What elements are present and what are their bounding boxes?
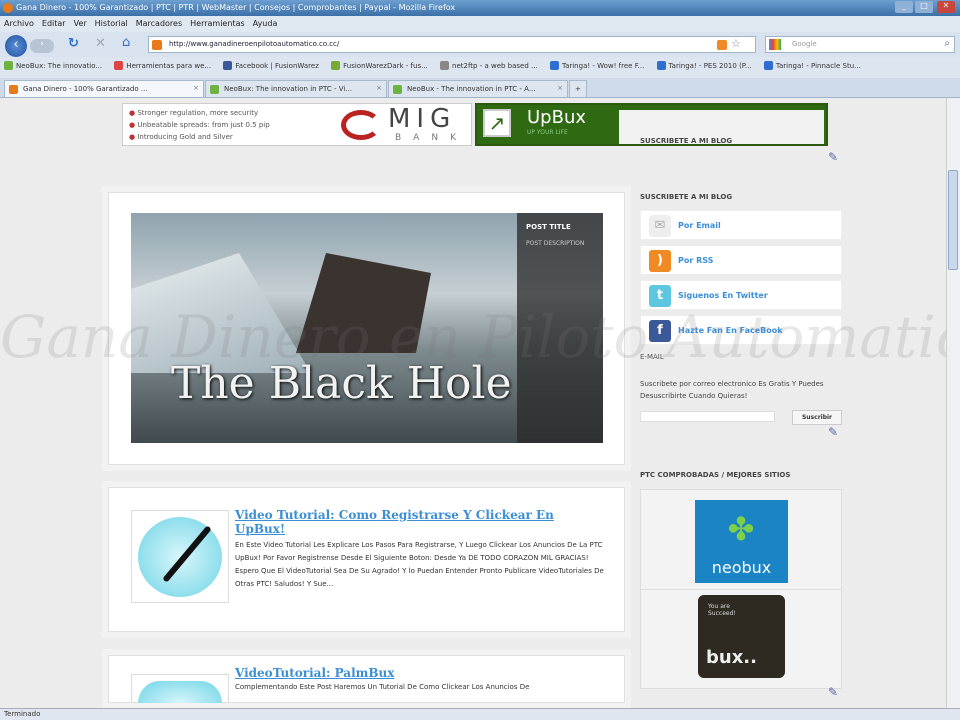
page-content: ● Stronger regulation, more security ● U…: [0, 98, 946, 708]
post-excerpt: En Este Video Tutorial Les Explicare Los…: [235, 541, 604, 588]
post-thumbnail[interactable]: [131, 510, 229, 603]
migbank-ad[interactable]: ● Stronger regulation, more security ● U…: [122, 103, 472, 146]
email-widget-text: Suscribete por correo electronico Es Gra…: [640, 380, 824, 400]
upbux-chart-icon: ↗: [483, 109, 511, 137]
post-caption-title: POST TITLE: [526, 223, 571, 231]
home-icon[interactable]: ⌂: [122, 35, 130, 50]
migbank-logo: MIG: [388, 104, 457, 134]
scrollbar-thumb[interactable]: [948, 170, 958, 270]
bux-banner[interactable]: You are Succeed! bux..: [698, 595, 785, 678]
minimize-button[interactable]: _: [895, 1, 913, 13]
post-card: VideoTutorial: PalmBux Complementando Es…: [108, 655, 625, 703]
post-caption-panel: POST TITLE POST DESCRIPTION: [517, 213, 603, 443]
subscribe-rss[interactable]: ) Por RSS: [640, 245, 842, 275]
bookmark-item[interactable]: Taringa! - Wow! free F...: [549, 61, 644, 70]
post-excerpt: Complementando Este Post Haremos Un Tuto…: [235, 683, 530, 691]
bookmark-item[interactable]: FusionWarezDark - fus...: [331, 61, 428, 70]
post-caption-desc: POST DESCRIPTION: [526, 240, 585, 247]
menu-historial[interactable]: Historial: [95, 19, 128, 28]
subscribe-twitter[interactable]: t Siguenos En Twitter: [640, 280, 842, 310]
close-button[interactable]: ✕: [937, 1, 955, 13]
subscribe-title-top: SUSCRIBETE A MI BLOG: [640, 137, 733, 145]
reload-icon[interactable]: ↻: [68, 36, 79, 51]
close-tab-icon[interactable]: ×: [193, 84, 199, 92]
ad-bullet: ● Introducing Gold and Silver: [129, 133, 233, 141]
url-text: http://www.ganadineroenpilotoautomatico.…: [169, 40, 340, 48]
search-input[interactable]: Google ⌕: [765, 36, 955, 53]
upbux-tagline: UP YOUR LIFE: [527, 129, 568, 136]
menu-ayuda[interactable]: Ayuda: [253, 19, 278, 28]
status-text: Terminado: [4, 710, 41, 718]
ship-sail: [296, 253, 431, 353]
neobux-leaf-icon: ✤: [727, 510, 755, 548]
twitter-icon: t: [649, 285, 671, 307]
edit-widget-icon[interactable]: ✎: [828, 685, 838, 699]
featured-image-title: The Black Hole: [171, 358, 512, 409]
bookmark-item[interactable]: net2ftp - a web based ...: [440, 61, 538, 70]
close-tab-icon[interactable]: ×: [557, 84, 563, 92]
search-icon[interactable]: ⌕: [944, 38, 950, 49]
tab-gana-dinero[interactable]: Gana Dinero - 100% Garantizado ... ×: [4, 80, 204, 97]
subscribe-email[interactable]: ✉ Por Email: [640, 210, 842, 240]
edit-widget-icon[interactable]: ✎: [828, 425, 838, 439]
bookmark-item[interactable]: Taringa! - Pinnacle Stu...: [763, 61, 861, 70]
tab-neobux-2[interactable]: NeoBux - The innovation in PTC - A... ×: [388, 80, 568, 97]
featured-slider: The Black Hole POST TITLE POST DESCRIPTI…: [108, 192, 625, 465]
bookmark-item[interactable]: Herramientas para we...: [114, 61, 211, 70]
email-subscribe-input[interactable]: [640, 411, 775, 422]
subscribe-title: SUSCRIBETE A MI BLOG: [640, 193, 733, 201]
tab-neobux-1[interactable]: NeoBux: The innovation in PTC - Vi... ×: [205, 80, 387, 97]
ptc-widget-title: PTC COMPROBADAS / MEJORES SITIOS: [640, 471, 791, 479]
menu-bar: Archivo Editar Ver Historial Marcadores Herra…: [0, 16, 960, 32]
upbux-logo: UpBux: [527, 107, 587, 128]
migbank-logo-sub: BANK: [395, 133, 468, 143]
bookmark-star-icon[interactable]: ☆: [731, 37, 741, 50]
ad-bullet: ● Unbeatable spreads: from just 0.5 pip: [129, 121, 270, 129]
menu-archivo[interactable]: Archivo: [4, 19, 34, 28]
rss-icon: ): [649, 250, 671, 272]
back-button[interactable]: ‹: [5, 35, 27, 57]
bookmark-item[interactable]: Taringa! - PES 2010 (P...: [656, 61, 752, 70]
ad-bullet: ● Stronger regulation, more security: [129, 109, 259, 117]
menu-marcadores[interactable]: Marcadores: [136, 19, 182, 28]
bookmark-item[interactable]: NeoBux: The innovatio...: [4, 61, 102, 70]
status-bar: Terminado: [0, 708, 960, 720]
bookmark-item[interactable]: Facebook | FusionWarez: [223, 61, 319, 70]
subscribe-facebook[interactable]: f Hazte Fan En FaceBook: [640, 315, 842, 345]
featured-image[interactable]: The Black Hole POST TITLE POST DESCRIPTI…: [131, 213, 603, 443]
migbank-logo-swoosh: [341, 110, 381, 140]
facebook-icon: f: [649, 320, 671, 342]
window-title: Gana Dinero - 100% Garantizado | PTC | P…: [16, 3, 456, 12]
ptc-list: ✤ neobux You are Succeed! bux..: [640, 489, 842, 689]
neobux-label: neobux: [711, 558, 772, 577]
neobux-banner[interactable]: ✤ neobux: [695, 500, 788, 583]
search-placeholder: Google: [792, 40, 817, 48]
bux-tagline: You are Succeed!: [708, 603, 736, 617]
tab-bar: Gana Dinero - 100% Garantizado ... × NeoB…: [0, 78, 960, 98]
email-icon: ✉: [649, 215, 671, 237]
bux-label: bux..: [706, 647, 757, 668]
menu-ver[interactable]: Ver: [74, 19, 87, 28]
url-input[interactable]: http://www.ganadineroenpilotoautomatico.…: [148, 36, 756, 53]
window-titlebar: Gana Dinero - 100% Garantizado | PTC | P…: [0, 0, 960, 16]
email-widget-title: E-MAIL: [640, 353, 664, 361]
menu-editar[interactable]: Editar: [42, 19, 66, 28]
forward-button[interactable]: ›: [30, 39, 54, 53]
stop-icon[interactable]: ✕: [95, 36, 106, 51]
post-title-link[interactable]: Video Tutorial: Como Registrarse Y Click…: [235, 508, 605, 536]
post-title-link[interactable]: VideoTutorial: PalmBux: [235, 666, 605, 680]
bookmarks-toolbar: NeoBux: The innovatio... Herramientas pa…: [0, 57, 960, 78]
edit-widget-icon[interactable]: ✎: [828, 150, 838, 164]
menu-herramientas[interactable]: Herramientas: [190, 19, 245, 28]
post-thumbnail[interactable]: [131, 674, 229, 703]
maximize-button[interactable]: □: [915, 1, 933, 13]
firefox-icon: [3, 3, 13, 13]
rss-feed-icon[interactable]: [717, 40, 727, 50]
site-favicon: [152, 40, 162, 50]
subscribe-button[interactable]: Suscribir: [792, 410, 842, 425]
post-card: Video Tutorial: Como Registrarse Y Click…: [108, 487, 625, 632]
google-icon: [769, 39, 781, 50]
new-tab-button[interactable]: +: [569, 80, 587, 97]
close-tab-icon[interactable]: ×: [376, 84, 382, 92]
